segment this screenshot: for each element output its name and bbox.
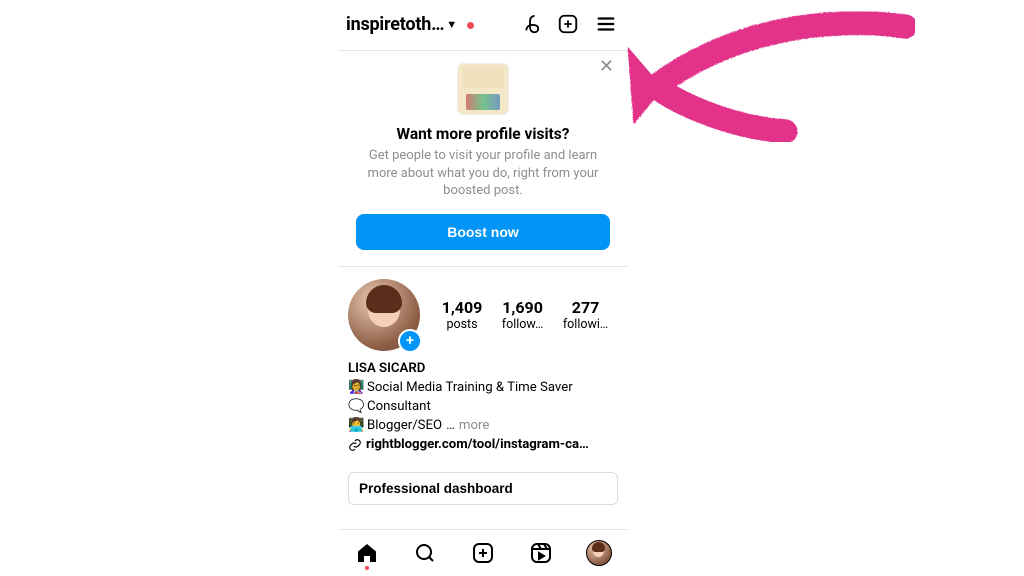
profile-avatar-icon: [586, 540, 612, 566]
stat-posts[interactable]: 1,409 posts: [442, 298, 483, 332]
display-name: LISA SICARD: [348, 359, 618, 378]
profile-header: 1,409 posts 1,690 follow… 277 followi… L…: [338, 267, 628, 463]
boost-now-button[interactable]: Boost now: [356, 214, 610, 250]
bio-line-3: 👩‍💻 Blogger/SEO… more: [348, 416, 618, 435]
close-icon[interactable]: ✕: [593, 55, 620, 78]
profile-bio: LISA SICARD 👩‍🏫 Social Media Training & …: [348, 359, 618, 455]
add-story-icon[interactable]: [398, 329, 422, 353]
home-tab[interactable]: [354, 540, 380, 566]
stat-following[interactable]: 277 followi…: [563, 298, 608, 332]
bio-more-link[interactable]: more: [459, 416, 489, 435]
bottom-nav: [338, 529, 628, 576]
professional-dashboard-button[interactable]: Professional dashboard: [348, 472, 618, 505]
chevron-down-icon: ▼: [446, 18, 457, 31]
bio-line-2: 🗨️ Consultant: [348, 397, 618, 416]
bio-line-1: 👩‍🏫 Social Media Training & Time Saver: [348, 378, 618, 397]
promo-body: Get people to visit your profile and lea…: [366, 147, 600, 200]
notification-dot-icon: [365, 566, 369, 570]
username: inspiretoth…: [346, 14, 444, 35]
create-icon: [471, 541, 495, 565]
woman-teacher-emoji-icon: 👩‍🏫: [348, 378, 363, 397]
link-icon: [348, 438, 362, 452]
bio-link[interactable]: rightblogger.com/tool/instagram-ca…: [348, 435, 618, 454]
profile-avatar[interactable]: [348, 279, 420, 351]
laptop-woman-emoji-icon: 👩‍💻: [348, 416, 363, 435]
create-post-icon[interactable]: [554, 10, 582, 38]
promo-post-thumbnail: [457, 63, 509, 115]
profile-stats: 1,409 posts 1,690 follow… 277 followi…: [432, 298, 618, 332]
promo-title: Want more profile visits?: [348, 125, 618, 143]
search-tab[interactable]: [412, 540, 438, 566]
speech-bubble-emoji-icon: 🗨️: [348, 397, 363, 416]
notification-dot-icon: [467, 22, 474, 29]
stat-followers[interactable]: 1,690 follow…: [502, 298, 544, 332]
account-switcher[interactable]: inspiretoth… ▼: [346, 14, 461, 35]
bio-link-text: rightblogger.com/tool/instagram-ca…: [366, 435, 589, 454]
profile-tab[interactable]: [586, 540, 612, 566]
boost-promo-card: ✕ Want more profile visits? Get people t…: [338, 51, 628, 267]
home-icon: [355, 541, 379, 565]
search-icon: [413, 541, 437, 565]
top-bar: inspiretoth… ▼: [338, 0, 628, 51]
reels-icon: [529, 541, 553, 565]
reels-tab[interactable]: [528, 540, 554, 566]
create-tab[interactable]: [470, 540, 496, 566]
hamburger-menu-icon[interactable]: [592, 10, 620, 38]
annotation-arrow-icon: [615, 6, 915, 166]
instagram-profile-screen: inspiretoth… ▼ ✕: [338, 0, 628, 576]
threads-icon[interactable]: [516, 10, 544, 38]
